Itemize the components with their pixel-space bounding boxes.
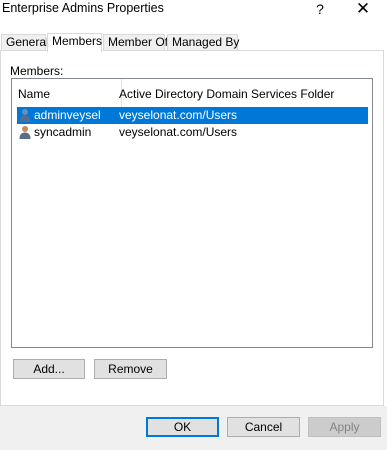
cancel-button[interactable]: Cancel xyxy=(227,417,300,437)
member-folder: veyselonat.com/Users xyxy=(119,125,238,139)
member-folder: veyselonat.com/Users xyxy=(119,108,238,122)
title-bar: Enterprise Admins Properties ? ✕ xyxy=(0,0,387,24)
user-icon xyxy=(18,108,32,122)
members-list[interactable]: Name Active Directory Domain Services Fo… xyxy=(11,78,373,348)
members-label: Members: xyxy=(10,64,64,78)
tab-managed-by[interactable]: Managed By xyxy=(167,34,239,51)
column-header-name[interactable]: Name xyxy=(12,79,112,107)
member-name: syncadmin xyxy=(34,125,92,139)
remove-button[interactable]: Remove xyxy=(94,359,167,379)
ok-button[interactable]: OK xyxy=(146,417,219,437)
user-icon xyxy=(18,125,32,139)
tab-member-of[interactable]: Member Of xyxy=(103,34,168,51)
tab-general[interactable]: General xyxy=(1,34,49,51)
tab-strip: General Members Member Of Managed By xyxy=(0,33,387,52)
tab-members[interactable]: Members xyxy=(47,33,102,52)
apply-button[interactable]: Apply xyxy=(308,417,381,437)
column-header-folder[interactable]: Active Directory Domain Services Folder xyxy=(113,79,373,107)
add-button[interactable]: Add... xyxy=(13,359,85,379)
close-button[interactable]: ✕ xyxy=(345,0,381,22)
list-item[interactable]: syncadmin veyselonat.com/Users xyxy=(17,124,368,141)
member-name: adminveysel xyxy=(34,108,101,122)
help-button[interactable]: ? xyxy=(302,0,338,22)
list-header: Name Active Directory Domain Services Fo… xyxy=(12,79,372,107)
window-title: Enterprise Admins Properties xyxy=(2,1,164,15)
list-item[interactable]: adminveysel veyselonat.com/Users xyxy=(17,107,368,124)
